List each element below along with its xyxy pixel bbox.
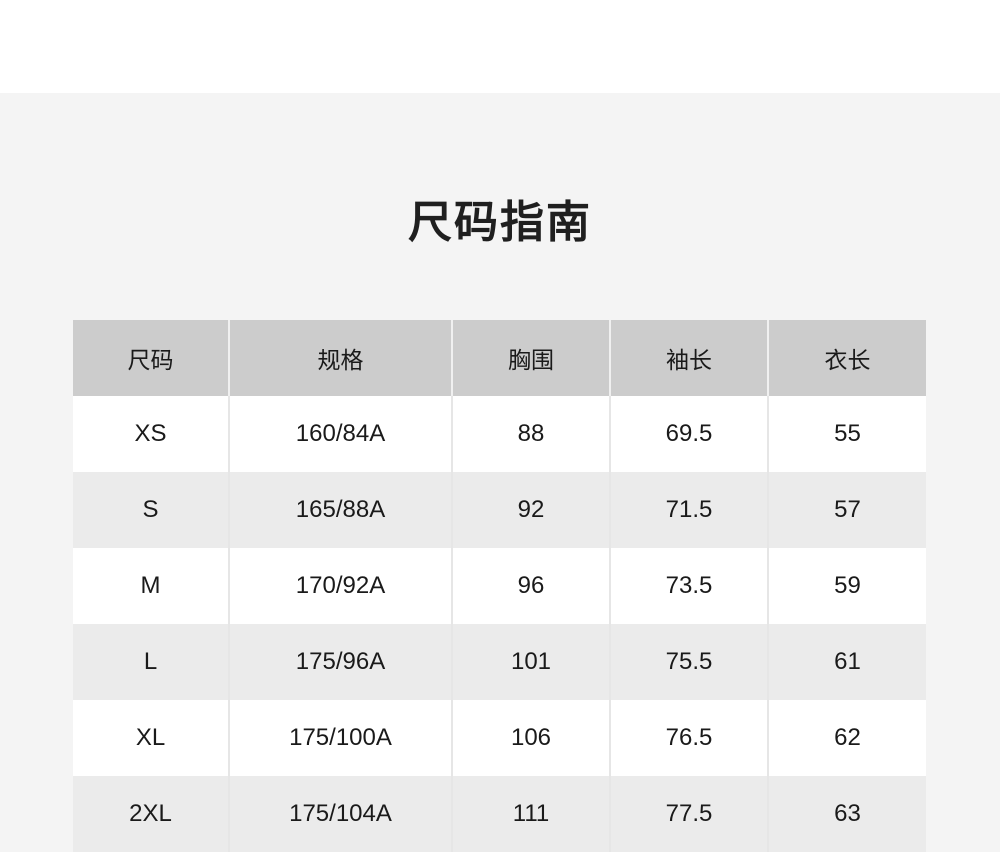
cell-size: 2XL <box>73 776 230 852</box>
header-sleeve: 袖长 <box>610 320 769 396</box>
cell-chest: 92 <box>452 472 611 548</box>
cell-sleeve: 71.5 <box>610 472 769 548</box>
cell-spec: 170/92A <box>229 548 453 624</box>
header-row: 尺码 规格 胸围 袖长 衣长 <box>73 320 926 396</box>
cell-spec: 175/104A <box>229 776 453 852</box>
cell-sleeve: 77.5 <box>610 776 769 852</box>
table-header: 尺码 规格 胸围 袖长 衣长 <box>73 320 926 396</box>
cell-length: 62 <box>768 700 926 776</box>
cell-length: 57 <box>768 472 926 548</box>
cell-length: 55 <box>768 396 926 472</box>
cell-size: M <box>73 548 230 624</box>
cell-length: 59 <box>768 548 926 624</box>
header-length: 衣长 <box>768 320 926 396</box>
size-table: 尺码 规格 胸围 袖长 衣长 XS 160/84A 88 69.5 55 S 1… <box>73 320 926 852</box>
cell-spec: 175/100A <box>229 700 453 776</box>
cell-sleeve: 69.5 <box>610 396 769 472</box>
table-row: XL 175/100A 106 76.5 62 <box>73 700 926 776</box>
cell-chest: 101 <box>452 624 611 700</box>
table-row: S 165/88A 92 71.5 57 <box>73 472 926 548</box>
table-row: M 170/92A 96 73.5 59 <box>73 548 926 624</box>
cell-length: 61 <box>768 624 926 700</box>
cell-length: 63 <box>768 776 926 852</box>
cell-spec: 165/88A <box>229 472 453 548</box>
header-size: 尺码 <box>73 320 230 396</box>
cell-chest: 88 <box>452 396 611 472</box>
table-row: XS 160/84A 88 69.5 55 <box>73 396 926 472</box>
cell-sleeve: 73.5 <box>610 548 769 624</box>
cell-spec: 175/96A <box>229 624 453 700</box>
cell-sleeve: 76.5 <box>610 700 769 776</box>
cell-chest: 106 <box>452 700 611 776</box>
table-body: XS 160/84A 88 69.5 55 S 165/88A 92 71.5 … <box>73 396 926 852</box>
cell-sleeve: 75.5 <box>610 624 769 700</box>
header-chest: 胸围 <box>452 320 611 396</box>
cell-size: XS <box>73 396 230 472</box>
cell-size: L <box>73 624 230 700</box>
table-row: 2XL 175/104A 111 77.5 63 <box>73 776 926 852</box>
top-blank-area <box>0 0 1000 93</box>
table-row: L 175/96A 101 75.5 61 <box>73 624 926 700</box>
page-title: 尺码指南 <box>408 197 592 248</box>
cell-chest: 96 <box>452 548 611 624</box>
cell-size: S <box>73 472 230 548</box>
header-spec: 规格 <box>229 320 453 396</box>
cell-spec: 160/84A <box>229 396 453 472</box>
cell-size: XL <box>73 700 230 776</box>
cell-chest: 111 <box>452 776 611 852</box>
